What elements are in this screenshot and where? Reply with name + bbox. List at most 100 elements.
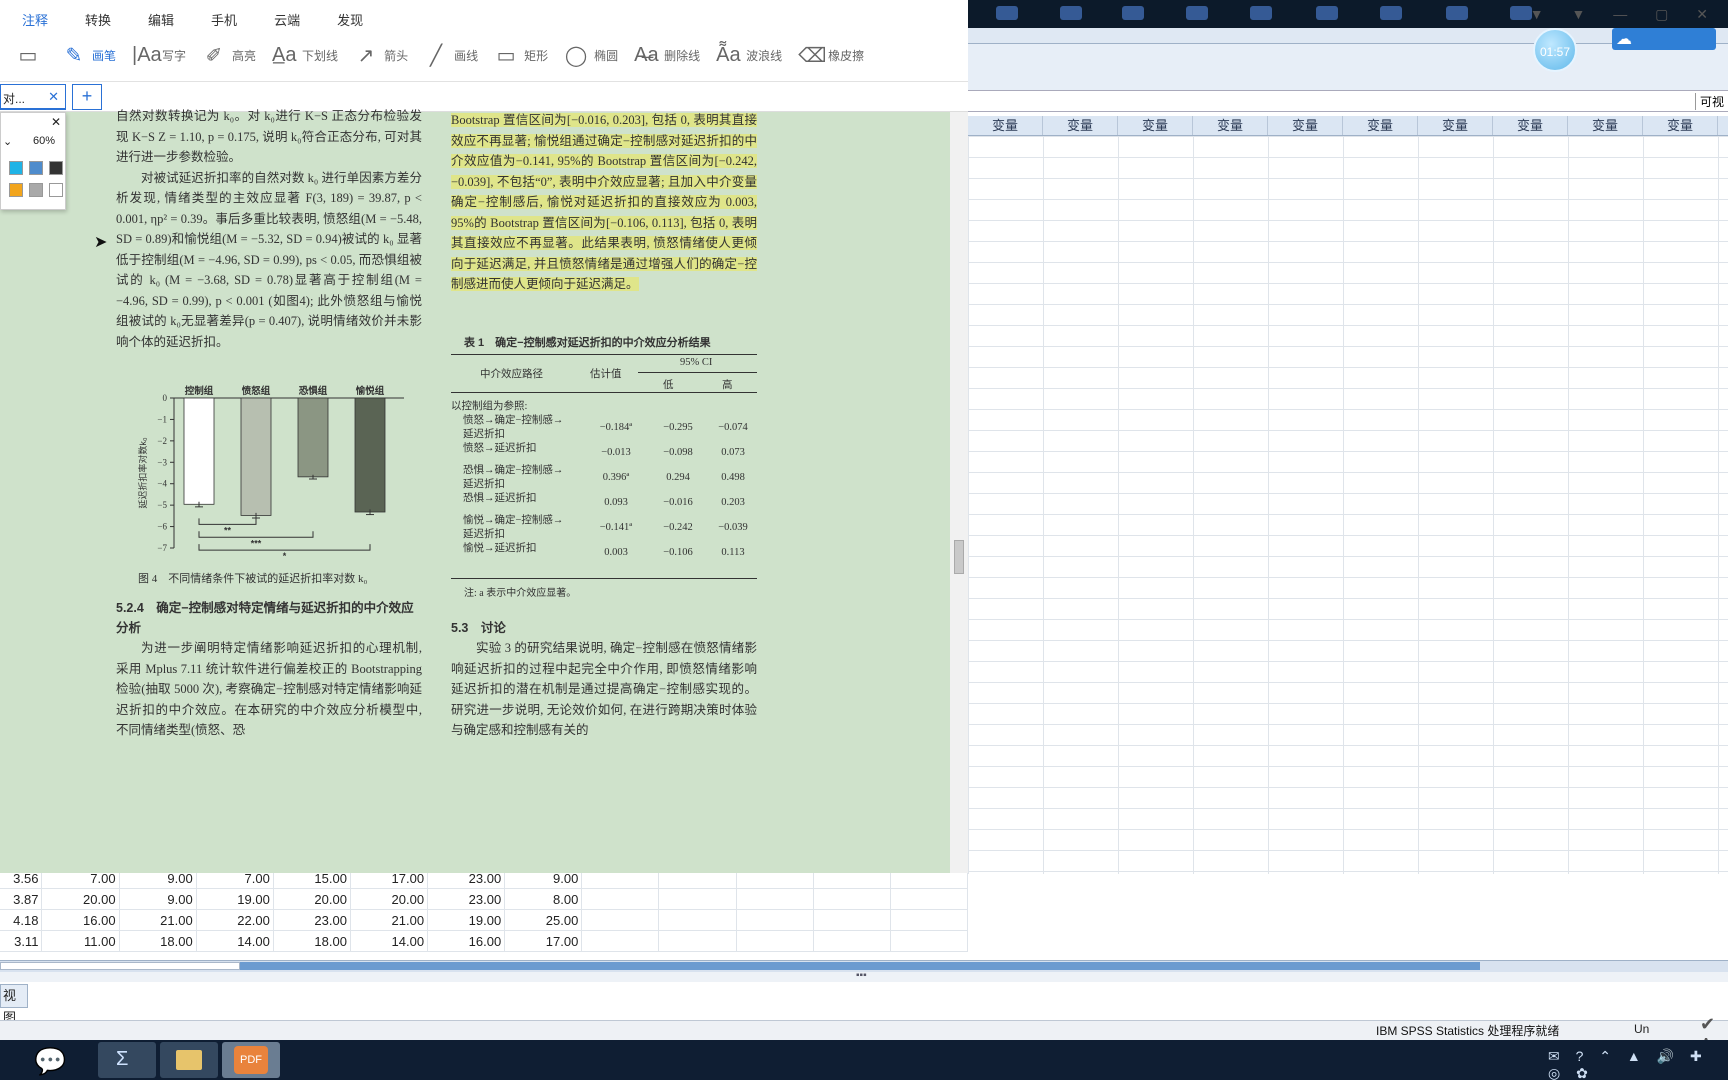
chevron-down-icon[interactable]: ⌄ <box>3 135 12 148</box>
cell-editor-bar[interactable]: 可视 <box>968 90 1728 112</box>
data-cell[interactable]: 20.00 <box>351 889 429 909</box>
empty-cell[interactable] <box>737 889 814 909</box>
data-cell[interactable]: 9.00 <box>120 889 197 909</box>
color-swatch[interactable] <box>29 183 43 197</box>
vertical-scrollbar[interactable] <box>950 112 968 873</box>
column-header[interactable]: 变量 <box>1568 116 1643 135</box>
empty-cell[interactable] <box>737 910 814 930</box>
color-swatch[interactable] <box>49 161 63 175</box>
column-header[interactable]: 变量 <box>1118 116 1193 135</box>
data-cell[interactable]: 25.00 <box>505 910 583 930</box>
tool-strike[interactable]: A̶a 删除线 <box>634 44 700 67</box>
menu-item[interactable]: 注释 <box>0 0 63 30</box>
pen-settings-popup[interactable]: ✕ ⌄ 60% <box>0 112 66 210</box>
data-cell[interactable]: 23.00 <box>274 910 351 930</box>
new-tab-button[interactable]: + <box>72 84 102 110</box>
menu-item[interactable]: 转换 <box>63 0 126 30</box>
menu-item[interactable]: 发现 <box>315 0 378 30</box>
data-cell[interactable]: 20.00 <box>274 889 351 909</box>
file-explorer-icon[interactable] <box>160 1042 218 1078</box>
empty-cell[interactable] <box>659 931 737 951</box>
pdf-app-icon[interactable]: PDF <box>222 1042 280 1078</box>
empty-cell[interactable] <box>582 889 660 909</box>
data-cell[interactable]: 22.00 <box>197 910 274 930</box>
data-cell[interactable]: 4.18 <box>0 910 43 930</box>
pane-splitter[interactable]: ▪▪▪ <box>0 970 1728 982</box>
scroll-thumb[interactable] <box>954 540 964 574</box>
column-header[interactable]: 变量 <box>968 116 1043 135</box>
data-grid[interactable] <box>968 136 1728 874</box>
column-header[interactable]: 变量 <box>1493 116 1568 135</box>
color-swatch[interactable] <box>9 161 23 175</box>
column-header[interactable]: 变量 <box>1418 116 1493 135</box>
timer-badge[interactable]: 01:57 <box>1533 28 1577 72</box>
empty-cell[interactable] <box>737 931 814 951</box>
scroll-thumb[interactable] <box>0 962 240 970</box>
data-cell[interactable]: 11.00 <box>42 931 120 951</box>
column-header[interactable]: 变量 <box>1343 116 1418 135</box>
tool-ellipse[interactable]: ◯ 椭圆 <box>564 43 618 68</box>
data-cell[interactable]: 14.00 <box>197 931 274 951</box>
data-cell[interactable]: 19.00 <box>197 889 274 909</box>
tool-pen[interactable]: ✎ 画笔 <box>62 43 116 68</box>
empty-cell[interactable] <box>659 889 737 909</box>
data-cell[interactable]: 21.00 <box>351 910 429 930</box>
tool-underline[interactable]: A̲a 下划线 <box>272 44 338 67</box>
system-tray[interactable]: ✉ ? ⌃ ▲ 🔊 ✚ ◎ ✿ <box>1548 1048 1728 1080</box>
tool-rect[interactable]: ▭ 矩形 <box>494 43 548 68</box>
empty-cell[interactable] <box>814 931 891 951</box>
column-header[interactable]: 变量 <box>1193 116 1268 135</box>
empty-cell[interactable] <box>891 889 968 909</box>
data-cell[interactable]: 17.00 <box>505 931 583 951</box>
data-cell[interactable]: 3.87 <box>0 889 43 909</box>
color-swatch[interactable] <box>9 183 23 197</box>
cloud-button[interactable]: ☁ <box>1612 28 1716 50</box>
empty-cell[interactable] <box>814 889 891 909</box>
save-icon[interactable]: ▭ <box>16 43 46 68</box>
data-cell[interactable]: 8.00 <box>505 889 583 909</box>
table-row[interactable]: 3.87 20.00 9.00 19.00 20.00 20.00 23.00 8.00 <box>0 889 968 910</box>
tool-line[interactable]: ╱ 画线 <box>424 43 478 68</box>
data-cell[interactable]: 21.00 <box>120 910 197 930</box>
data-cell[interactable]: 16.00 <box>428 931 506 951</box>
column-header[interactable]: 变量 <box>1643 116 1718 135</box>
column-header[interactable]: 变量 <box>1043 116 1118 135</box>
menu-item[interactable]: 编辑 <box>126 0 189 30</box>
spss-app-icon[interactable]: Σ <box>98 1042 156 1078</box>
wechat-icon[interactable]: 💬 <box>34 1042 92 1078</box>
view-tab[interactable]: 视图 <box>0 984 28 1025</box>
data-cell[interactable]: 23.00 <box>428 889 506 909</box>
tool-eraser[interactable]: ⌫ 橡皮擦 <box>798 43 864 68</box>
table-row[interactable]: 4.18 16.00 21.00 22.00 23.00 21.00 19.00 25.00 <box>0 910 968 931</box>
document-tab[interactable]: 对... ✕ <box>0 84 66 110</box>
data-cell[interactable]: 18.00 <box>274 931 351 951</box>
opacity-value[interactable]: 60% <box>33 135 55 147</box>
tool-highlight[interactable]: ✐ 高亮 <box>202 43 256 68</box>
color-swatch[interactable] <box>49 183 63 197</box>
empty-cell[interactable] <box>814 910 891 930</box>
value-cell: 0.396ª <box>602 472 630 483</box>
data-cell[interactable]: 3.11 <box>0 931 43 951</box>
data-cell[interactable]: 16.00 <box>42 910 120 930</box>
data-cell[interactable]: 19.00 <box>428 910 506 930</box>
data-rows[interactable]: 3.56 7.00 9.00 7.00 15.00 17.00 23.00 9.00 3.87 2… <box>0 868 968 960</box>
menu-item[interactable]: 云端 <box>252 0 315 30</box>
menu-item[interactable]: 手机 <box>189 0 252 30</box>
column-header[interactable]: 变量 <box>1268 116 1343 135</box>
data-cell[interactable]: 18.00 <box>120 931 197 951</box>
empty-cell[interactable] <box>582 931 660 951</box>
table-row[interactable]: 3.11 11.00 18.00 14.00 18.00 14.00 16.00 17.00 <box>0 931 968 952</box>
color-swatch[interactable] <box>29 161 43 175</box>
data-cell[interactable]: 20.00 <box>42 889 120 909</box>
tool-wave[interactable]: A͌a 波浪线 <box>716 44 782 67</box>
tool-arrow[interactable]: ↗ 箭头 <box>354 43 408 68</box>
close-icon[interactable]: ✕ <box>51 115 61 129</box>
empty-cell[interactable] <box>891 931 968 951</box>
close-icon[interactable]: ✕ <box>48 89 59 105</box>
empty-cell[interactable] <box>891 910 968 930</box>
empty-cell[interactable] <box>659 910 737 930</box>
tool-text[interactable]: |Aa 写字 <box>132 44 186 67</box>
window-controls[interactable]: ▼ ▼ — ▢ ✕ <box>1530 6 1720 23</box>
data-cell[interactable]: 14.00 <box>351 931 429 951</box>
empty-cell[interactable] <box>582 910 660 930</box>
